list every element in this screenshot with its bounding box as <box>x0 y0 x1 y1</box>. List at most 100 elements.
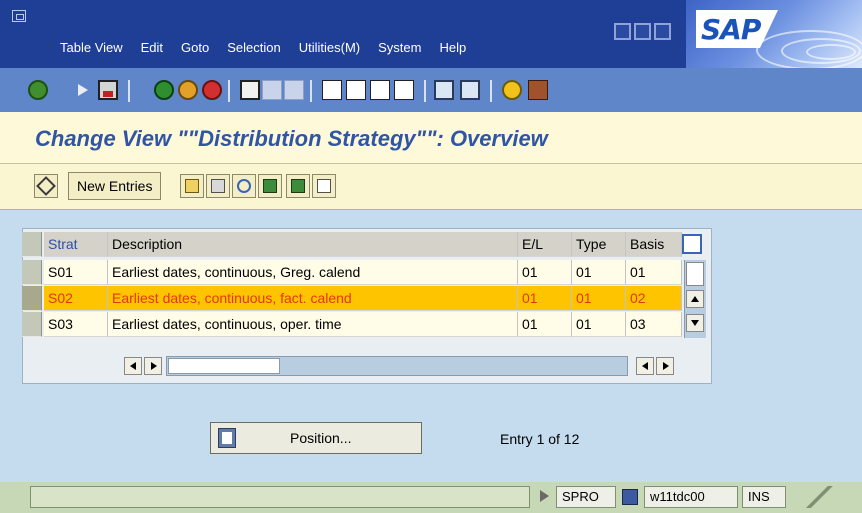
menu-help[interactable]: Help <box>439 40 466 55</box>
menu-table-view[interactable]: Table View <box>60 40 123 55</box>
menu: Table View Edit Goto Selection Utilities… <box>60 40 466 55</box>
shortcut-icon[interactable] <box>460 80 480 100</box>
column-header-description[interactable]: Description <box>108 232 518 257</box>
cell-type[interactable]: 01 <box>572 260 626 285</box>
menu-system[interactable]: System <box>378 40 421 55</box>
table-row[interactable]: S03 Earliest dates, continuous, oper. ti… <box>22 312 682 337</box>
menu-utilities[interactable]: Utilities(M) <box>299 40 360 55</box>
column-header-el[interactable]: E/L <box>518 232 572 257</box>
cell-basis[interactable]: 02 <box>626 286 682 311</box>
entry-count: Entry 1 of 12 <box>500 431 580 447</box>
toolbar-separator <box>424 80 426 102</box>
page-title: Change View ""Distribution Strategy"": O… <box>35 126 548 151</box>
position-icon <box>218 428 236 448</box>
delete-icon[interactable] <box>206 174 230 198</box>
back-icon[interactable] <box>154 80 174 100</box>
cell-basis[interactable]: 01 <box>626 260 682 285</box>
previous-page-icon[interactable] <box>346 80 366 100</box>
sap-logo-text: SAP <box>701 13 761 46</box>
arrow-right-icon <box>151 362 157 370</box>
scroll-down-button[interactable] <box>686 314 704 332</box>
layout-menu-icon[interactable] <box>528 80 548 100</box>
column-header-basis[interactable]: Basis <box>626 232 682 257</box>
cell-description[interactable]: Earliest dates, continuous, oper. time <box>108 312 518 337</box>
first-page-icon[interactable] <box>322 80 342 100</box>
select-block-icon[interactable] <box>286 174 310 198</box>
cell-type[interactable]: 01 <box>572 312 626 337</box>
save-icon[interactable] <box>98 80 118 100</box>
help-icon[interactable] <box>502 80 522 100</box>
toolbar-separator <box>310 80 312 102</box>
toolbar-separator <box>128 80 130 102</box>
menu-edit[interactable]: Edit <box>141 40 163 55</box>
position-button-label: Position... <box>290 430 352 446</box>
find-icon[interactable] <box>262 80 282 100</box>
close-window-icon[interactable] <box>654 23 671 40</box>
cell-el[interactable]: 01 <box>518 286 572 311</box>
cell-basis[interactable]: 03 <box>626 312 682 337</box>
system-info-icon[interactable] <box>622 489 638 505</box>
title-area: Change View ""Distribution Strategy"": O… <box>0 112 862 164</box>
deselect-all-icon[interactable] <box>312 174 336 198</box>
cell-description[interactable]: Earliest dates, continuous, Greg. calend <box>108 260 518 285</box>
cell-description[interactable]: Earliest dates, continuous, fact. calend <box>108 286 518 311</box>
insert-mode: INS <box>742 486 786 508</box>
table-settings-icon[interactable] <box>682 234 702 254</box>
cell-strat[interactable]: S01 <box>44 260 108 285</box>
arrow-up-icon <box>691 296 699 302</box>
table-header: Strat Description E/L Type Basis <box>22 232 712 257</box>
cell-strat[interactable]: S02 <box>44 286 108 311</box>
toolbar-separator <box>228 80 230 102</box>
select-all-rows[interactable] <box>22 232 42 257</box>
window-controls <box>614 23 671 40</box>
arrow-left-icon <box>130 362 136 370</box>
cell-strat[interactable]: S03 <box>44 312 108 337</box>
table-row-highlighted[interactable]: S02 Earliest dates, continuous, fact. ca… <box>22 286 682 311</box>
arrow-left-icon <box>642 362 648 370</box>
cell-type[interactable]: 01 <box>572 286 626 311</box>
status-message-field <box>30 486 530 508</box>
menu-selection[interactable]: Selection <box>227 40 280 55</box>
create-session-icon[interactable] <box>434 80 454 100</box>
scroll-left-button[interactable] <box>124 357 142 375</box>
cell-el[interactable]: 01 <box>518 260 572 285</box>
horizontal-scroll-thumb[interactable] <box>168 358 280 374</box>
exit-icon[interactable] <box>178 80 198 100</box>
toolbar-separator <box>490 80 492 102</box>
cell-el[interactable]: 01 <box>518 312 572 337</box>
undo-change-icon[interactable] <box>232 174 256 198</box>
sap-brand-area: SAP <box>686 0 862 68</box>
arrow-down-icon <box>691 320 699 326</box>
table-row[interactable]: S01 Earliest dates, continuous, Greg. ca… <box>22 260 682 285</box>
menu-goto[interactable]: Goto <box>181 40 209 55</box>
status-toggle-icon[interactable] <box>540 490 549 502</box>
select-all-icon[interactable] <box>258 174 282 198</box>
next-page-icon[interactable] <box>370 80 390 100</box>
column-scroll-left-button[interactable] <box>636 357 654 375</box>
column-scroll-right-button[interactable] <box>656 357 674 375</box>
display-change-icon[interactable] <box>34 174 58 198</box>
server-name: w11tdc00 <box>644 486 738 508</box>
row-selector[interactable] <box>22 260 42 285</box>
last-page-icon[interactable] <box>394 80 414 100</box>
new-entries-button[interactable]: New Entries <box>68 172 162 200</box>
column-header-strat[interactable]: Strat <box>44 232 108 257</box>
minimize-icon[interactable] <box>614 23 631 40</box>
enter-icon[interactable] <box>28 80 48 100</box>
scroll-up-button[interactable] <box>686 290 704 308</box>
column-header-type[interactable]: Type <box>572 232 626 257</box>
print-icon[interactable] <box>240 80 260 100</box>
transaction-code: SPRO <box>556 486 616 508</box>
arrow-right-icon <box>663 362 669 370</box>
swirl-decoration <box>806 44 856 60</box>
scroll-right-button[interactable] <box>144 357 162 375</box>
scroll-thumb[interactable] <box>686 262 704 286</box>
row-selector[interactable] <box>22 286 42 311</box>
system-menu-icon[interactable] <box>12 10 26 22</box>
find-next-icon[interactable] <box>284 80 304 100</box>
resize-grip <box>800 486 840 508</box>
maximize-icon[interactable] <box>634 23 651 40</box>
row-selector[interactable] <box>22 312 42 337</box>
cancel-icon[interactable] <box>202 80 222 100</box>
copy-as-icon[interactable] <box>180 174 204 198</box>
